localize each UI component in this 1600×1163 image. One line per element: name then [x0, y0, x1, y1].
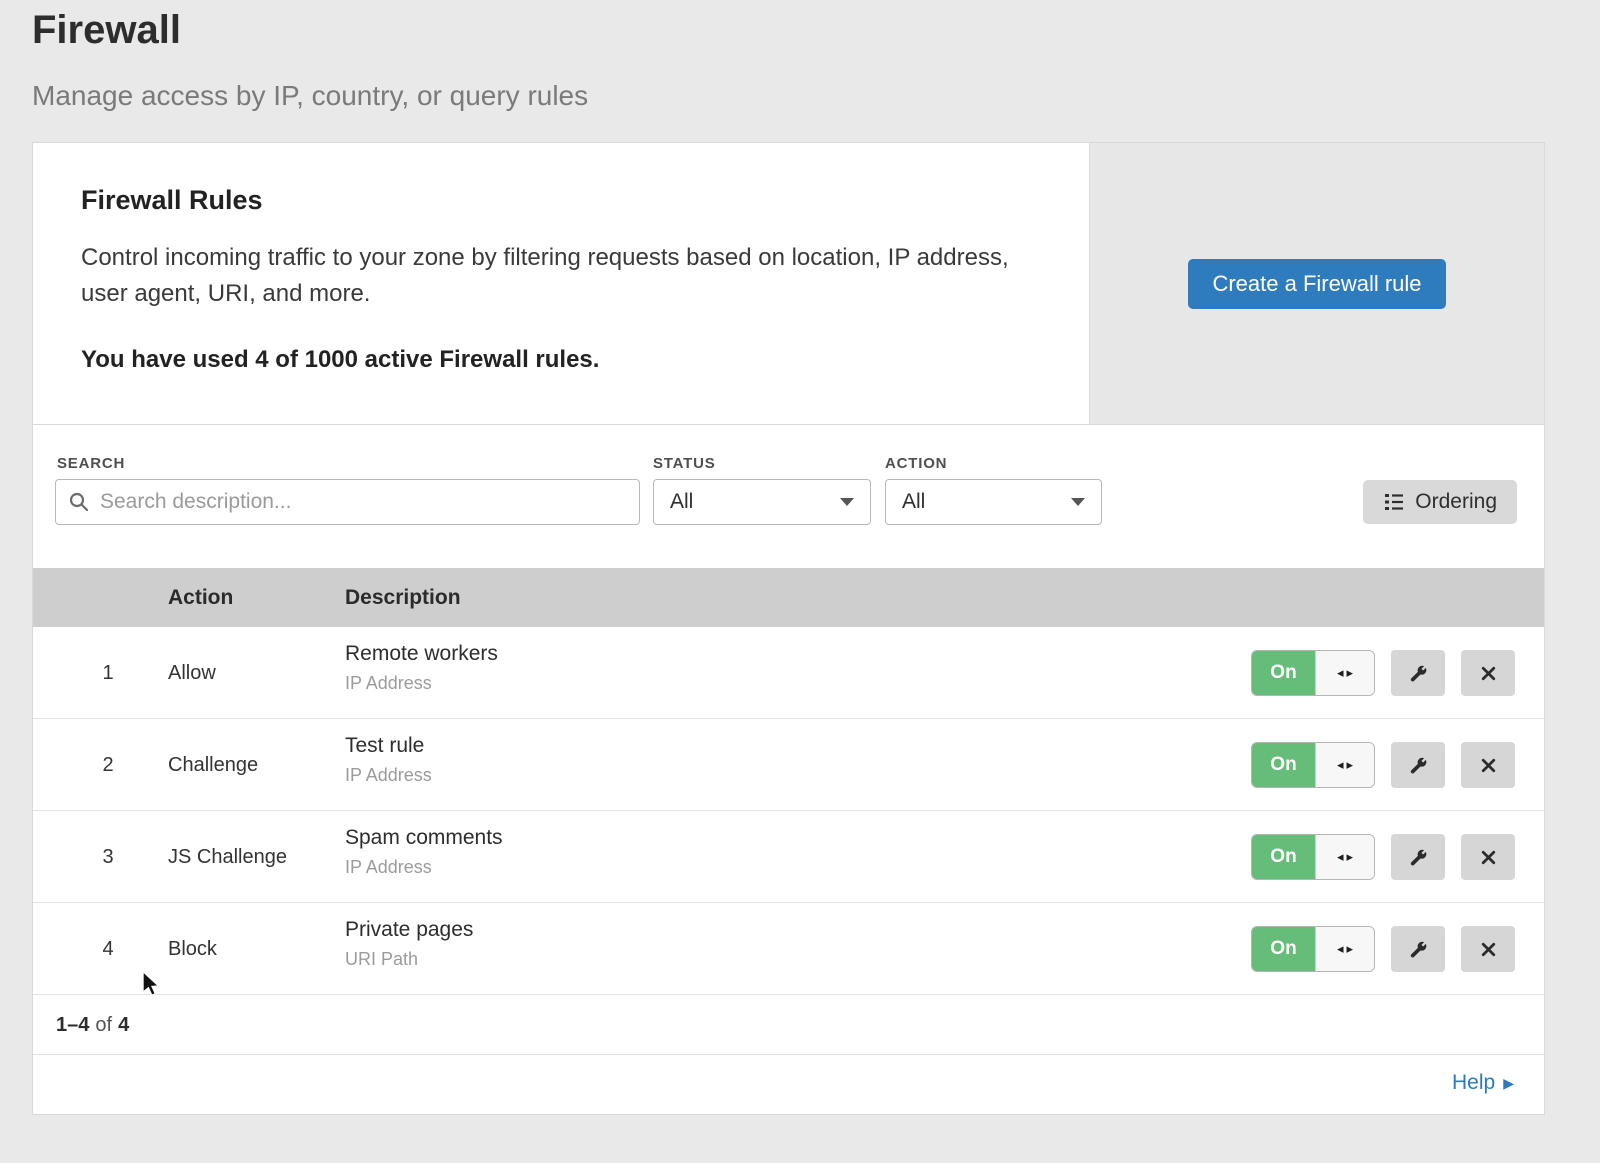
rule-match-type: IP Address	[345, 765, 432, 786]
edit-rule-button[interactable]	[1391, 926, 1445, 972]
rule-controls: On ◂▸	[1251, 650, 1515, 696]
toggle-on-label: On	[1252, 835, 1315, 879]
table-row: 1 Allow Remote workers IP Address On ◂▸	[33, 627, 1544, 719]
help-link-label: Help	[1452, 1055, 1495, 1111]
delete-rule-button[interactable]	[1461, 834, 1515, 880]
table-row: 2 Challenge Test rule IP Address On ◂▸	[33, 719, 1544, 811]
wrench-icon	[1408, 663, 1429, 684]
chevron-down-icon	[840, 498, 854, 506]
firewall-rules-info: Firewall Rules Control incoming traffic …	[33, 143, 1089, 424]
table-row: 4 Block Private pages URI Path On ◂▸	[33, 903, 1544, 995]
column-header-action: Action	[168, 568, 233, 627]
toggle-drag-icon[interactable]: ◂▸	[1315, 651, 1374, 695]
rule-number: 1	[88, 627, 128, 719]
create-firewall-rule-button[interactable]: Create a Firewall rule	[1188, 259, 1445, 309]
column-header-description: Description	[345, 568, 461, 627]
rule-description-cell: Test rule IP Address	[345, 734, 432, 786]
close-icon	[1479, 940, 1498, 959]
toggle-drag-icon[interactable]: ◂▸	[1315, 927, 1374, 971]
wrench-icon	[1408, 847, 1429, 868]
toggle-drag-icon[interactable]: ◂▸	[1315, 743, 1374, 787]
status-label: STATUS	[653, 455, 716, 472]
table-header: Action Description	[33, 568, 1544, 627]
rule-controls: On ◂▸	[1251, 926, 1515, 972]
mouse-cursor	[140, 972, 162, 996]
rule-controls: On ◂▸	[1251, 834, 1515, 880]
rule-enabled-toggle[interactable]: On ◂▸	[1251, 926, 1375, 972]
rule-action: Block	[168, 903, 217, 995]
card-title: Firewall Rules	[81, 185, 1041, 216]
close-icon	[1479, 756, 1498, 775]
status-selected-value: All	[670, 490, 693, 514]
create-rule-panel: Create a Firewall rule	[1089, 143, 1544, 424]
action-label: ACTION	[885, 455, 947, 472]
rule-controls: On ◂▸	[1251, 742, 1515, 788]
rule-action: JS Challenge	[168, 811, 287, 903]
rule-description-cell: Remote workers IP Address	[345, 642, 498, 694]
rule-match-type: IP Address	[345, 673, 498, 694]
rule-description-cell: Private pages URI Path	[345, 918, 473, 970]
rule-number: 3	[88, 811, 128, 903]
page-title: Firewall	[32, 8, 181, 53]
rule-description: Spam comments	[345, 826, 503, 850]
toggle-on-label: On	[1252, 743, 1315, 787]
delete-rule-button[interactable]	[1461, 742, 1515, 788]
toggle-on-label: On	[1252, 927, 1315, 971]
rule-number: 4	[88, 903, 128, 995]
rule-enabled-toggle[interactable]: On ◂▸	[1251, 834, 1375, 880]
firewall-rules-card: Firewall Rules Control incoming traffic …	[32, 142, 1545, 425]
card-description: Control incoming traffic to your zone by…	[81, 240, 1031, 312]
toggle-drag-icon[interactable]: ◂▸	[1315, 835, 1374, 879]
edit-rule-button[interactable]	[1391, 834, 1445, 880]
rule-match-type: URI Path	[345, 949, 473, 970]
status-select[interactable]: All	[653, 479, 871, 525]
page-subtitle: Manage access by IP, country, or query r…	[32, 80, 588, 112]
pagination-total: 4	[118, 1014, 129, 1036]
action-selected-value: All	[902, 490, 925, 514]
firewall-page: Firewall Manage access by IP, country, o…	[0, 0, 1600, 1163]
rules-list: 1 Allow Remote workers IP Address On ◂▸	[33, 627, 1544, 995]
close-icon	[1479, 664, 1498, 683]
search-label: SEARCH	[57, 455, 125, 472]
rule-description-cell: Spam comments IP Address	[345, 826, 503, 878]
rules-usage-text: You have used 4 of 1000 active Firewall …	[81, 346, 1041, 374]
rule-match-type: IP Address	[345, 857, 503, 878]
ordering-button-label: Ordering	[1415, 490, 1497, 514]
pagination-status: 1–4 of 4	[33, 995, 1544, 1055]
search-field-wrap	[55, 479, 640, 525]
search-input[interactable]	[55, 479, 640, 525]
panel-footer: Help ▶	[33, 1055, 1544, 1115]
close-icon	[1479, 848, 1498, 867]
delete-rule-button[interactable]	[1461, 926, 1515, 972]
pagination-of: of	[95, 1014, 112, 1036]
rule-enabled-toggle[interactable]: On ◂▸	[1251, 742, 1375, 788]
ordered-list-icon	[1383, 491, 1405, 513]
wrench-icon	[1408, 939, 1429, 960]
action-select[interactable]: All	[885, 479, 1102, 525]
arrow-right-icon: ▶	[1503, 1076, 1514, 1090]
chevron-down-icon	[1071, 498, 1085, 506]
edit-rule-button[interactable]	[1391, 650, 1445, 696]
ordering-button[interactable]: Ordering	[1363, 480, 1517, 524]
delete-rule-button[interactable]	[1461, 650, 1515, 696]
wrench-icon	[1408, 755, 1429, 776]
toggle-on-label: On	[1252, 651, 1315, 695]
edit-rule-button[interactable]	[1391, 742, 1445, 788]
help-link[interactable]: Help ▶	[1452, 1055, 1514, 1111]
rule-action: Allow	[168, 627, 216, 719]
table-row: 3 JS Challenge Spam comments IP Address …	[33, 811, 1544, 903]
rule-enabled-toggle[interactable]: On ◂▸	[1251, 650, 1375, 696]
rules-panel: SEARCH STATUS All ACTION All	[32, 425, 1545, 1115]
pagination-range: 1–4	[56, 1014, 89, 1036]
rule-description: Remote workers	[345, 642, 498, 666]
search-icon	[68, 491, 90, 513]
rule-description: Private pages	[345, 918, 473, 942]
rule-number: 2	[88, 719, 128, 811]
rule-description: Test rule	[345, 734, 432, 758]
rule-action: Challenge	[168, 719, 258, 811]
